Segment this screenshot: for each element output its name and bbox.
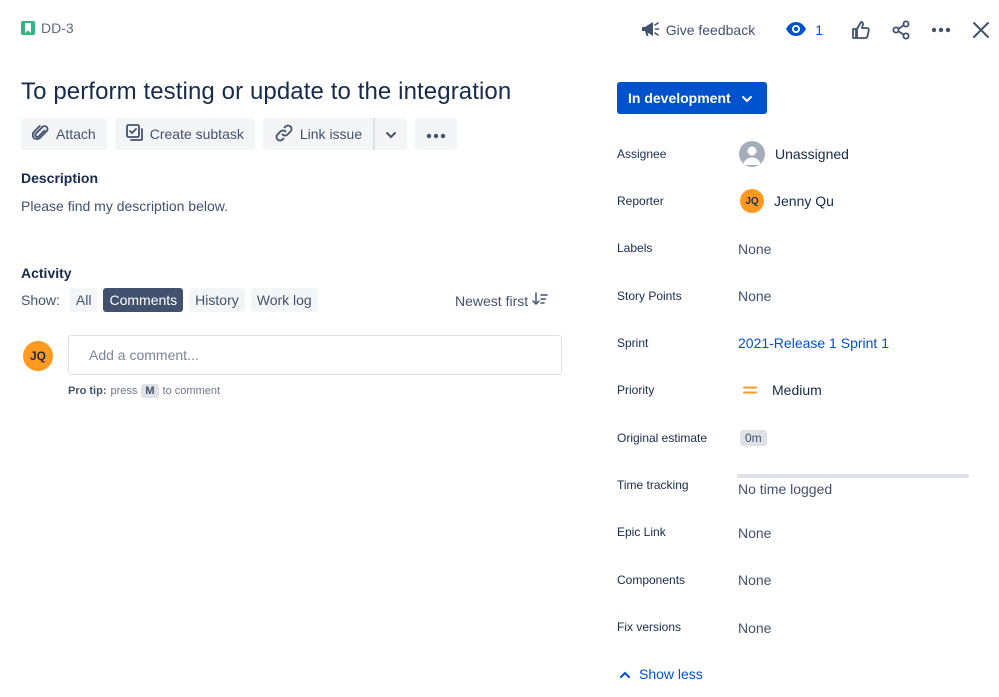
watch-button[interactable]: 1: [785, 21, 823, 40]
story-icon: [21, 21, 35, 35]
filter-work-log[interactable]: Work log: [251, 288, 318, 312]
reporter-label: Reporter: [617, 194, 664, 208]
chevron-up-icon: [619, 666, 631, 682]
more-actions-icon[interactable]: [929, 18, 953, 42]
story-points-value[interactable]: None: [738, 288, 771, 304]
ellipsis-icon: [426, 126, 446, 142]
activity-heading: Activity: [21, 265, 72, 281]
link-icon: [274, 123, 294, 146]
share-icon[interactable]: [889, 18, 913, 42]
issue-title[interactable]: To perform testing or update to the inte…: [21, 78, 511, 106]
eye-icon: [785, 21, 807, 40]
priority-medium-icon: [738, 385, 762, 395]
add-comment-input[interactable]: Add a comment...: [68, 335, 562, 375]
pro-tip-pre: press: [111, 385, 138, 397]
close-icon[interactable]: [969, 18, 993, 42]
description-text[interactable]: Please find my description below.: [21, 198, 228, 214]
give-feedback-button[interactable]: Give feedback: [640, 20, 756, 41]
assignee-field[interactable]: Unassigned: [738, 141, 849, 167]
components-label: Components: [617, 573, 685, 587]
issue-header-actions: Give feedback 1: [640, 16, 993, 44]
keyboard-shortcut-key: M: [141, 384, 158, 398]
sort-label: Newest first: [455, 293, 528, 309]
current-user-avatar: JQ: [23, 341, 53, 371]
reporter-avatar: JQ: [740, 189, 764, 213]
reporter-value: Jenny Qu: [774, 193, 834, 209]
time-tracking-label: Time tracking: [617, 478, 689, 492]
sort-order-button[interactable]: Newest first: [455, 292, 548, 309]
sprint-value-link[interactable]: 2021-Release 1 Sprint 1: [738, 335, 889, 351]
fix-versions-label: Fix versions: [617, 620, 681, 634]
assignee-label: Assignee: [617, 147, 666, 161]
show-less-label: Show less: [639, 666, 703, 682]
original-estimate-label: Original estimate: [617, 431, 707, 445]
issue-key-breadcrumb[interactable]: DD-3: [21, 20, 74, 36]
link-issue-split-button: Link issue: [263, 118, 407, 150]
reporter-field[interactable]: JQ Jenny Qu: [738, 189, 834, 213]
subtask-icon: [126, 124, 144, 145]
give-feedback-label: Give feedback: [666, 22, 756, 38]
sort-descending-icon: [532, 292, 548, 309]
pro-tip: Pro tip: press M to comment: [68, 384, 220, 398]
original-estimate-field[interactable]: 0m: [738, 430, 767, 446]
description-heading: Description: [21, 170, 98, 186]
link-issue-dropdown-button[interactable]: [373, 118, 407, 150]
time-tracking-bar[interactable]: [737, 474, 969, 478]
unassigned-avatar-icon: [739, 141, 765, 167]
link-issue-label: Link issue: [300, 126, 362, 142]
create-subtask-label: Create subtask: [150, 126, 244, 142]
chevron-down-icon: [385, 126, 397, 142]
original-estimate-value: 0m: [740, 430, 767, 446]
thumbs-up-icon[interactable]: [849, 18, 873, 42]
fix-versions-value[interactable]: None: [738, 620, 771, 636]
components-value[interactable]: None: [738, 572, 771, 588]
watch-count: 1: [815, 22, 823, 38]
show-label: Show:: [21, 292, 60, 308]
attach-button[interactable]: Attach: [21, 118, 107, 150]
megaphone-icon: [640, 20, 660, 41]
show-less-button[interactable]: Show less: [619, 666, 703, 682]
issue-key[interactable]: DD-3: [41, 20, 74, 36]
filter-all[interactable]: All: [70, 288, 98, 312]
epic-link-value[interactable]: None: [738, 525, 771, 541]
issue-action-toolbar: Attach Create subtask Link issue: [21, 118, 457, 150]
filter-history[interactable]: History: [189, 288, 245, 312]
labels-value[interactable]: None: [738, 241, 771, 257]
status-transition-button[interactable]: In development: [617, 82, 767, 114]
pro-tip-post: to comment: [163, 385, 220, 397]
attach-label: Attach: [56, 126, 96, 142]
create-subtask-button[interactable]: Create subtask: [115, 118, 255, 150]
pro-tip-label: Pro tip:: [68, 385, 107, 397]
assignee-value: Unassigned: [775, 146, 849, 162]
status-label: In development: [628, 90, 731, 106]
story-points-label: Story Points: [617, 289, 682, 303]
priority-field[interactable]: Medium: [738, 382, 822, 398]
sprint-label: Sprint: [617, 336, 648, 350]
labels-label: Labels: [617, 241, 652, 255]
priority-value: Medium: [772, 382, 822, 398]
epic-link-label: Epic Link: [617, 525, 666, 539]
more-toolbar-button[interactable]: [415, 118, 457, 150]
activity-filter-bar: Show: All Comments History Work log: [21, 288, 318, 312]
link-issue-button[interactable]: Link issue: [263, 118, 373, 150]
paperclip-icon: [32, 124, 50, 145]
priority-label: Priority: [617, 383, 654, 397]
chevron-down-icon: [741, 90, 753, 106]
time-tracking-value: No time logged: [738, 481, 832, 497]
filter-comments[interactable]: Comments: [103, 288, 183, 312]
